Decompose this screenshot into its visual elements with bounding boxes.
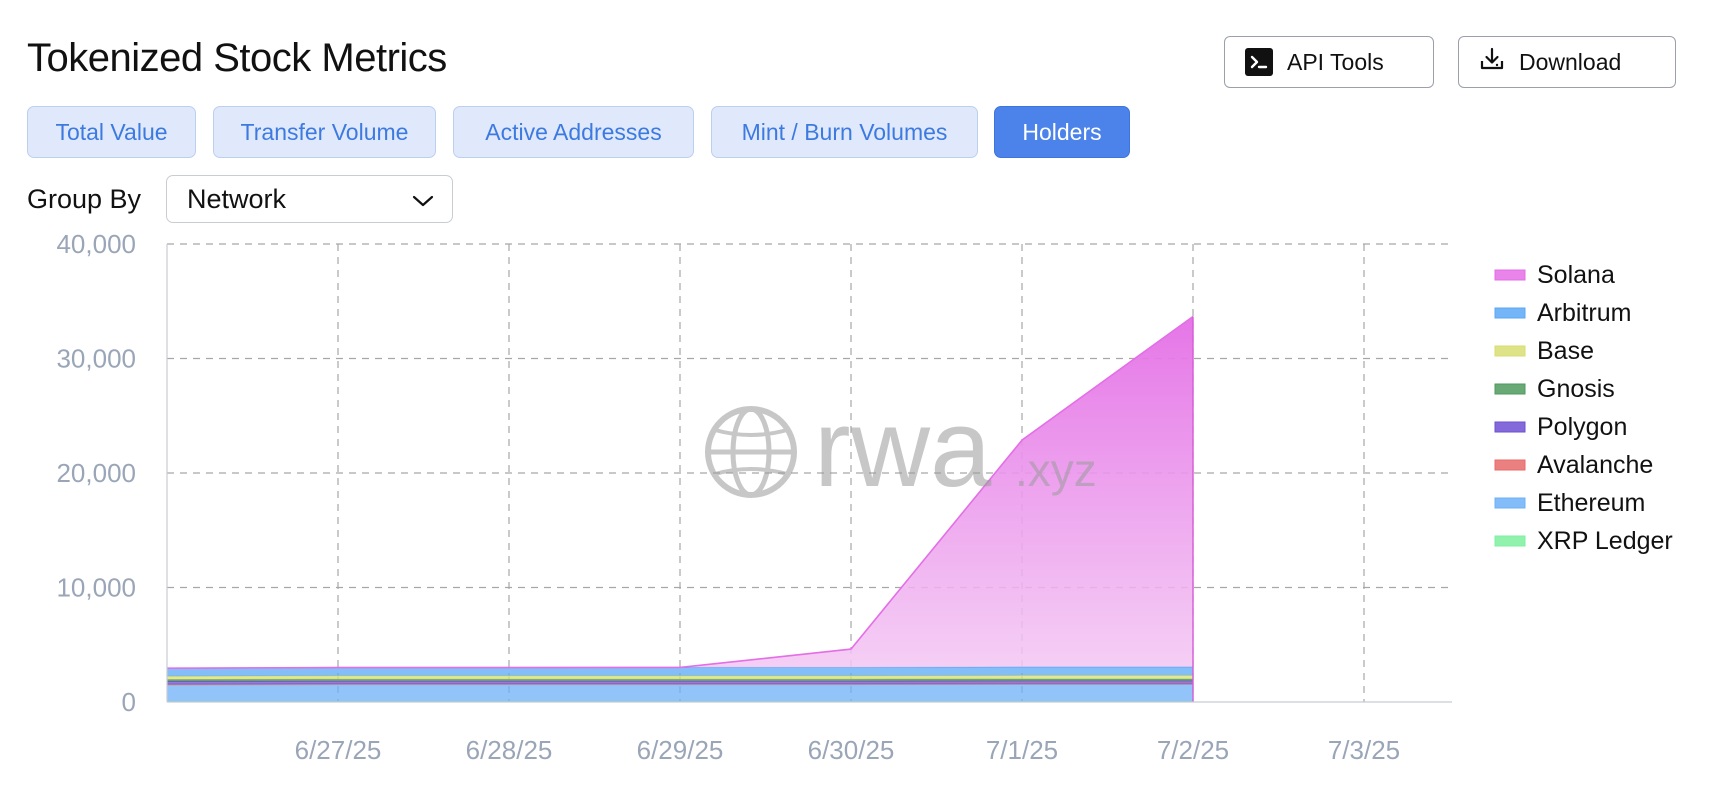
legend-label-ethereum: Ethereum <box>1537 489 1645 517</box>
legend-swatch-solana <box>1494 269 1526 281</box>
watermark-suffix: .xyz <box>1015 444 1097 496</box>
x-tick-label: 7/1/25 <box>986 735 1058 765</box>
legend-label-avalanche: Avalanche <box>1537 451 1653 479</box>
legend-label-polygon: Polygon <box>1537 413 1627 441</box>
x-tick-label: 6/29/25 <box>637 735 724 765</box>
area-ethereum <box>167 684 1193 702</box>
y-tick-label: 30,000 <box>56 344 136 374</box>
legend-swatch-base <box>1494 345 1526 357</box>
legend-swatch-polygon <box>1494 421 1526 433</box>
legend-swatch-xrp-ledger <box>1494 535 1526 547</box>
y-tick-label: 0 <box>122 687 136 717</box>
legend-label-gnosis: Gnosis <box>1537 375 1615 403</box>
legend-label-xrp-ledger: XRP Ledger <box>1537 527 1673 555</box>
legend: Solana Arbitrum Base Gnosis Polygon Avalanche… <box>1494 261 1673 555</box>
legend-label-arbitrum: Arbitrum <box>1537 299 1631 327</box>
watermark: rwa .xyz <box>705 387 1097 510</box>
x-tick-label: 6/28/25 <box>466 735 553 765</box>
legend-swatch-gnosis <box>1494 383 1526 395</box>
holders-chart: 0 10,000 20,000 30,000 40,000 6/27/25 6/28/25 6… <box>56 229 1673 765</box>
grid-lines <box>167 243 1452 702</box>
y-tick-label: 40,000 <box>56 229 136 259</box>
legend-label-solana: Solana <box>1537 261 1615 289</box>
legend-label-base: Base <box>1537 337 1594 365</box>
x-tick-label: 6/27/25 <box>295 735 382 765</box>
y-tick-label: 10,000 <box>56 573 136 603</box>
y-tick-label: 20,000 <box>56 458 136 488</box>
legend-swatch-avalanche <box>1494 459 1526 471</box>
watermark-text: rwa <box>814 387 992 510</box>
x-tick-label: 7/3/25 <box>1328 735 1400 765</box>
globe-icon <box>705 406 797 498</box>
x-tick-label: 6/30/25 <box>808 735 895 765</box>
legend-swatch-arbitrum <box>1494 307 1526 319</box>
legend-swatch-ethereum <box>1494 497 1526 509</box>
x-tick-label: 7/2/25 <box>1157 735 1229 765</box>
